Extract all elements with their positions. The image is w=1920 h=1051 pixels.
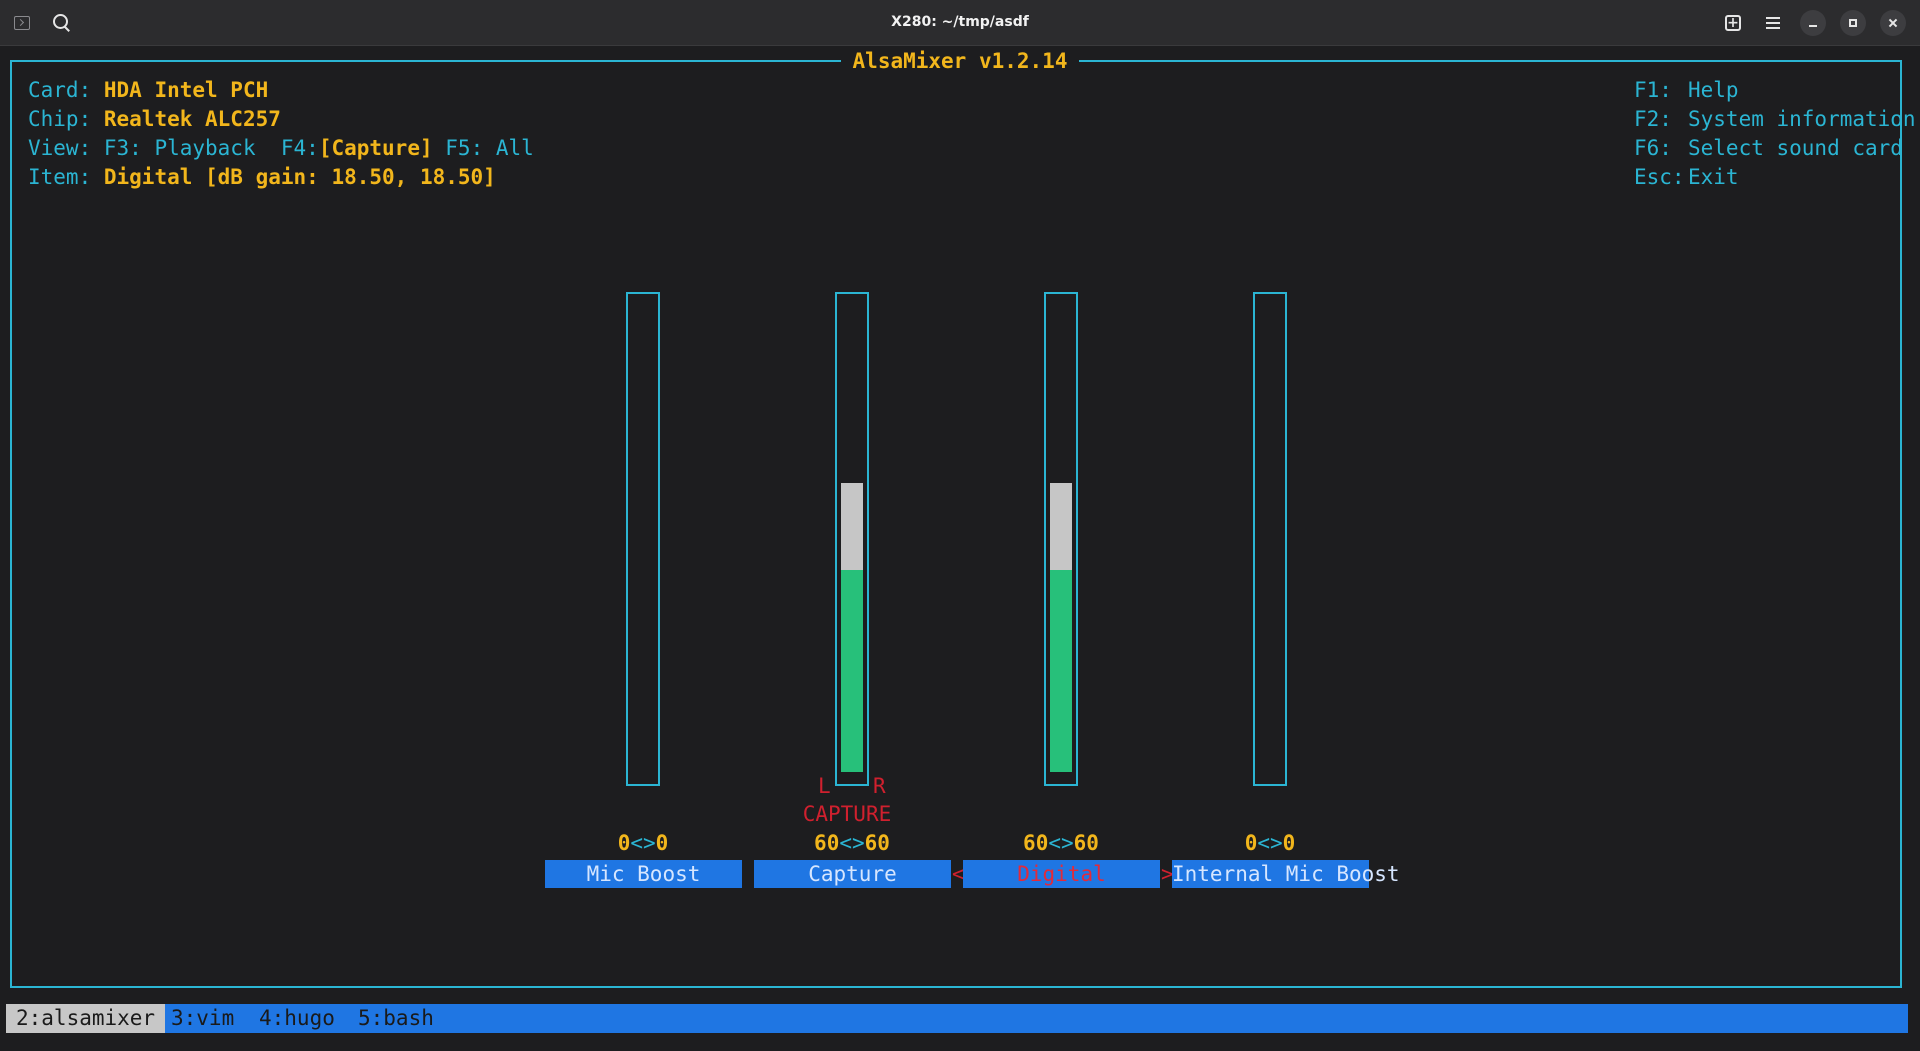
help-f1[interactable]: F1: Help [1634, 76, 1916, 105]
right-value: 60 [864, 831, 890, 855]
left-value: 60 [1023, 831, 1049, 855]
help-key: Esc: [1634, 165, 1685, 189]
tmux-status-bar: 2:alsamixer 3:vim 4:hugo 5:bash [6, 1004, 1908, 1033]
channel-capture[interactable]: Capture [754, 860, 951, 888]
channel-digital[interactable]: Digital [963, 860, 1160, 888]
volume-fill-top [841, 483, 863, 570]
channel-internal-mic-boost[interactable]: Internal Mic Boost [1172, 860, 1400, 888]
window-title: X280: ~/tmp/asdf [891, 14, 1029, 30]
right-value: 0 [1282, 831, 1296, 855]
chip-line: Chip: Realtek ALC257 [28, 105, 534, 134]
right-value: 0 [655, 831, 669, 855]
help-key: F2: [1634, 107, 1672, 131]
window-titlebar: X280: ~/tmp/asdf [0, 0, 1920, 46]
view-line: View: F3: Playback F4:[Capture] F5: All [28, 134, 534, 163]
volume-fill-top [1050, 483, 1072, 570]
right-value: 60 [1073, 831, 1099, 855]
value-separator: <> [1048, 831, 1074, 855]
capture-switch-label[interactable]: CAPTURE [777, 801, 917, 827]
value-separator: <> [630, 831, 656, 855]
mic-boost-volume-bar[interactable] [626, 292, 660, 786]
help-f6[interactable]: F6: Select sound card [1634, 134, 1916, 163]
maximize-icon[interactable] [1840, 10, 1866, 36]
help-action: Help [1688, 78, 1739, 102]
mic-boost-values: 0<>0 [543, 830, 743, 856]
volume-fill [1050, 570, 1072, 772]
view-capture-key[interactable]: F4: [281, 136, 319, 160]
left-value: 0 [617, 831, 631, 855]
digital-values: 60<>60 [961, 830, 1161, 856]
chip-label: Chip: [28, 107, 92, 131]
help-f2[interactable]: F2: System information [1634, 105, 1916, 134]
capture-left-mark: L [818, 774, 831, 798]
tmux-window-alsamixer[interactable]: 2:alsamixer [6, 1004, 166, 1033]
left-value: 0 [1244, 831, 1258, 855]
help-action: System information [1688, 107, 1916, 131]
channel-mic-boost[interactable]: Mic Boost [545, 860, 742, 888]
help-key: F6: [1634, 136, 1672, 160]
new-tab-icon[interactable] [1720, 10, 1746, 36]
mixer-title: AlsaMixer v1.2.14 [0, 49, 1920, 73]
view-all[interactable]: F5: All [445, 136, 534, 160]
card-value: HDA Intel PCH [103, 78, 269, 102]
mixer-frame [10, 60, 1902, 988]
volume-fill [841, 570, 863, 772]
internal-mic-boost-values: 0<>0 [1170, 830, 1370, 856]
item-value: Digital [dB gain: 18.50, 18.50] [103, 165, 496, 189]
help-esc[interactable]: Esc: Exit [1634, 163, 1916, 192]
titlebar-controls [1720, 10, 1906, 36]
value-separator: <> [1257, 831, 1283, 855]
help-action: Exit [1688, 165, 1739, 189]
value-separator: <> [839, 831, 865, 855]
minimize-icon[interactable] [1800, 10, 1826, 36]
view-label: View: [28, 136, 92, 160]
view-capture[interactable]: [Capture] [319, 136, 433, 160]
left-value: 60 [814, 831, 840, 855]
item-label: Item: [28, 165, 92, 189]
digital-volume-bar[interactable] [1044, 292, 1078, 786]
tmux-window-hugo[interactable]: 4:hugo [249, 1004, 345, 1033]
capture-right-mark: R [873, 774, 886, 798]
card-label: Card: [28, 78, 92, 102]
help-action: Select sound card [1688, 136, 1903, 160]
menu-icon[interactable] [1760, 10, 1786, 36]
item-line: Item: Digital [dB gain: 18.50, 18.50] [28, 163, 534, 192]
view-playback[interactable]: F3: Playback [104, 136, 256, 160]
capture-values: 60<>60 [752, 830, 952, 856]
card-line: Card: HDA Intel PCH [28, 76, 534, 105]
chip-value: Realtek ALC257 [103, 107, 281, 131]
capture-volume-bar[interactable] [835, 292, 869, 786]
internal-mic-boost-volume-bar[interactable] [1253, 292, 1287, 786]
close-icon[interactable] [1880, 10, 1906, 36]
mixer-info: Card: HDA Intel PCH Chip: Realtek ALC257 V… [28, 76, 534, 192]
tmux-window-bash[interactable]: 5:bash [348, 1004, 444, 1033]
tmux-window-vim[interactable]: 3:vim [161, 1004, 244, 1033]
mixer-title-text: AlsaMixer v1.2.14 [840, 49, 1080, 73]
help-keys: F1: Help F2: System information F6: Select so… [1634, 76, 1916, 192]
help-key: F1: [1634, 78, 1672, 102]
